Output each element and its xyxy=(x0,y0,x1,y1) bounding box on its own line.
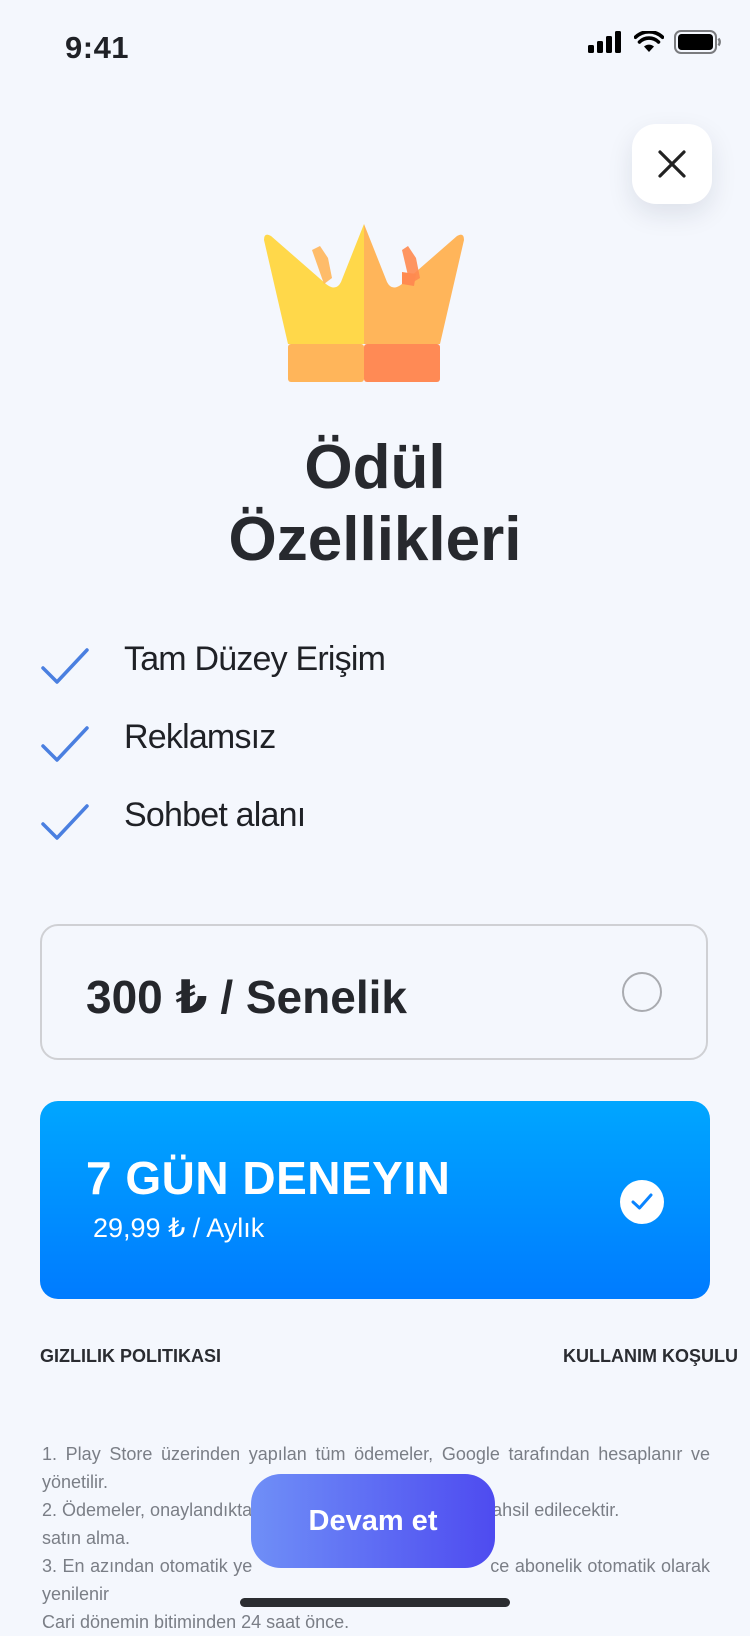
selected-check[interactable] xyxy=(620,1180,664,1224)
check-icon xyxy=(631,1193,653,1210)
checkmark-icon xyxy=(41,804,89,840)
terms-of-use-link[interactable]: KULLANIM KOŞULU xyxy=(563,1346,738,1367)
plan-option-trial[interactable]: 7 GÜN DENEYIN 29,99 ₺ / Aylık xyxy=(40,1101,710,1299)
plan-trial-price: 29,99 ₺ / Aylık xyxy=(93,1213,265,1243)
status-icons xyxy=(588,30,722,54)
feature-label: Tam Düzey Erişim xyxy=(124,640,386,678)
continue-button[interactable]: Devam et xyxy=(251,1474,495,1568)
plan-yearly-label: 300 ₺ / Senelik xyxy=(86,971,407,1023)
feature-label: Sohbet alanı xyxy=(124,796,306,834)
signal-icon xyxy=(588,31,621,53)
checkmark-icon xyxy=(41,726,89,762)
radio-button[interactable] xyxy=(622,972,662,1012)
privacy-policy-link[interactable]: GIZLILIK POLITIKASI xyxy=(40,1346,221,1367)
home-indicator xyxy=(240,1598,510,1607)
status-time: 9:41 xyxy=(65,30,130,65)
plan-option-yearly[interactable]: 300 ₺ / Senelik xyxy=(40,924,708,1060)
title-line-2: Özellikleri xyxy=(228,505,522,574)
wifi-icon xyxy=(634,31,664,52)
plan-trial-title: 7 GÜN DENEYIN xyxy=(86,1152,451,1204)
feature-item: Tam Düzey Erişim xyxy=(40,640,720,718)
feature-item: Sohbet alanı xyxy=(40,796,720,874)
feature-list: Tam Düzey Erişim Reklamsız Sohbet alanı xyxy=(40,640,720,874)
page-title: Ödül Özellikleri xyxy=(0,432,750,576)
close-button[interactable] xyxy=(632,124,712,204)
close-icon xyxy=(658,150,686,178)
feature-label: Reklamsız xyxy=(124,718,276,756)
checkmark-icon xyxy=(41,648,89,684)
title-line-1: Ödül xyxy=(304,433,446,502)
crown-icon xyxy=(264,224,464,382)
battery-icon xyxy=(674,30,721,54)
status-bar: 9:41 xyxy=(0,0,750,96)
terms-line: Cari dönemin bitiminden 24 saat önce. xyxy=(42,1612,350,1632)
feature-item: Reklamsız xyxy=(40,718,720,796)
